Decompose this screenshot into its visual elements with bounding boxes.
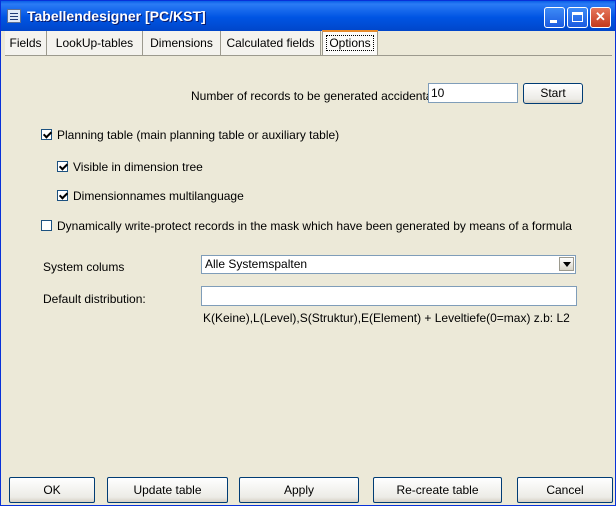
tab-lookup-tables[interactable]: LookUp-tables	[47, 31, 143, 55]
tab-label: Calculated fields	[226, 36, 315, 50]
records-count-input[interactable]: 10	[428, 83, 518, 103]
visible-in-tree-label: Visible in dimension tree	[73, 160, 203, 174]
update-table-button[interactable]: Update table	[107, 477, 228, 503]
records-label: Number of records to be generated accide…	[191, 89, 448, 103]
default-distribution-label: Default distribution:	[43, 292, 146, 306]
close-icon: ✕	[595, 9, 606, 24]
cancel-button[interactable]: Cancel	[517, 477, 613, 503]
table-designer-icon	[7, 9, 21, 23]
minimize-icon	[550, 20, 557, 23]
write-protect-label: Dynamically write-protect records in the…	[57, 219, 572, 233]
title-bar[interactable]: Tabellendesigner [PC/KST] ✕	[1, 1, 615, 31]
planning-table-label: Planning table (main planning table or a…	[57, 128, 340, 142]
system-columns-label: System colums	[43, 260, 125, 274]
maximize-button[interactable]	[567, 7, 588, 28]
visible-in-tree-checkbox[interactable]	[57, 161, 68, 172]
tab-fields[interactable]: Fields	[5, 31, 47, 55]
tab-label: Dimensions	[150, 36, 213, 50]
recreate-table-button[interactable]: Re-create table	[373, 477, 502, 503]
tab-calculated-fields[interactable]: Calculated fields	[221, 31, 321, 55]
ok-button[interactable]: OK	[9, 477, 95, 503]
tab-label: Options	[326, 35, 374, 51]
tab-label: LookUp-tables	[55, 36, 134, 50]
window-title: Tabellendesigner [PC/KST]	[27, 8, 206, 24]
dialog-button-bar: OK Update table Apply Re-create table Ca…	[1, 473, 615, 503]
system-columns-value: Alle Systemspalten	[205, 257, 308, 271]
default-distribution-input[interactable]	[201, 286, 577, 306]
chevron-down-icon[interactable]	[559, 257, 574, 271]
tab-dimensions[interactable]: Dimensions	[143, 31, 221, 55]
close-button[interactable]: ✕	[590, 7, 611, 28]
tab-strip: Fields LookUp-tables Dimensions Calculat…	[1, 30, 615, 56]
planning-table-checkbox[interactable]	[41, 129, 52, 140]
start-button[interactable]: Start	[523, 83, 583, 104]
maximize-icon	[572, 12, 583, 22]
minimize-button[interactable]	[544, 7, 565, 28]
dimension-multilanguage-checkbox[interactable]	[57, 190, 68, 201]
system-columns-select[interactable]: Alle Systemspalten	[201, 255, 576, 274]
table-designer-window: Tabellendesigner [PC/KST] ✕ Fields LookU…	[0, 0, 616, 506]
distribution-hint: K(Keine),L(Level),S(Struktur),E(Element)…	[203, 311, 570, 325]
tab-label: Fields	[9, 36, 42, 50]
apply-button[interactable]: Apply	[239, 477, 359, 503]
tab-options[interactable]: Options	[322, 30, 378, 56]
write-protect-checkbox[interactable]	[41, 220, 52, 231]
dimension-multilanguage-label: Dimensionnames multilanguage	[73, 189, 244, 203]
